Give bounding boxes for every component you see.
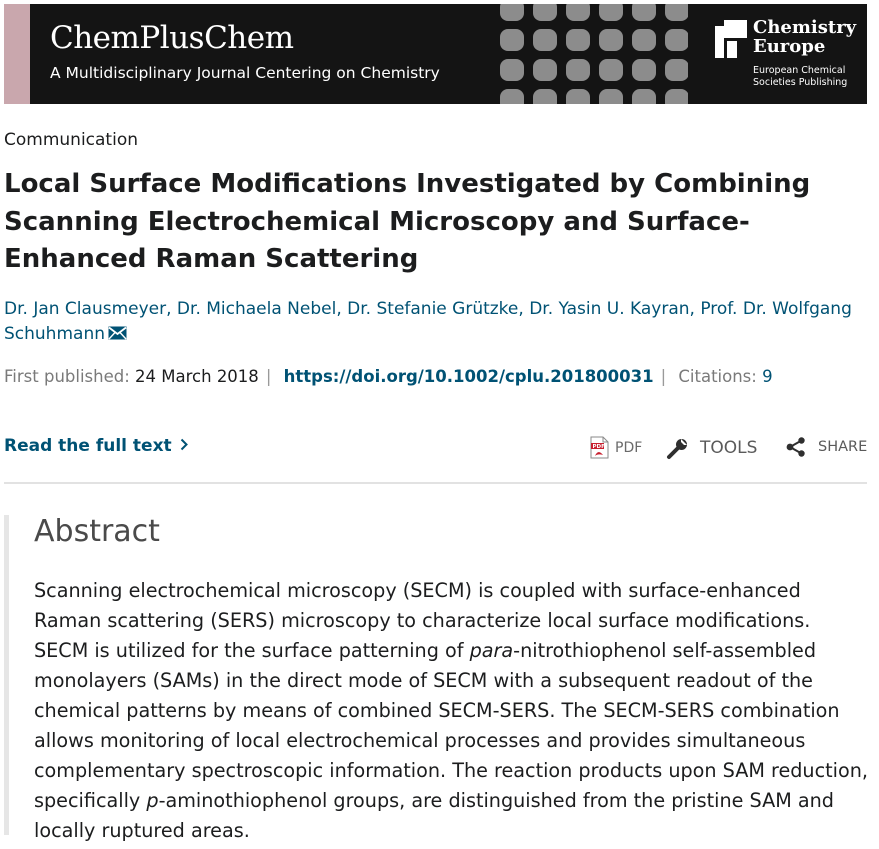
publisher-subtitle: European Chemical Societies Publishing [753, 65, 848, 88]
author-link[interactable]: Dr. Yasin U. Kayran [529, 299, 689, 319]
section-divider [4, 482, 867, 484]
banner-dot [665, 4, 688, 21]
author-list: Dr. Jan Clausmeyer, Dr. Michaela Nebel, … [4, 297, 874, 347]
chemistry-europe-logo-icon [715, 20, 747, 58]
wrench-icon [667, 439, 687, 459]
banner-dot-pattern [500, 4, 688, 104]
svg-text:PDF: PDF [593, 444, 606, 450]
banner-dot [665, 29, 688, 51]
doi-link[interactable]: https://doi.org/10.1002/cplu.201800031 [284, 367, 654, 386]
banner-dot [566, 89, 590, 104]
read-full-text-link[interactable]: Read the full text [4, 436, 188, 456]
publication-info: First published: 24 March 2018 | https://… [4, 364, 773, 389]
author-link[interactable]: Dr. Stefanie Grützke [347, 299, 518, 319]
banner-dot [665, 59, 688, 81]
banner-accent-strip [4, 4, 30, 104]
first-published-label: First published: [4, 367, 130, 386]
banner-dot [566, 29, 590, 51]
pdf-button[interactable]: PDF PDF [590, 436, 642, 462]
author-separator: , [166, 299, 172, 319]
banner-dot [533, 59, 557, 81]
abstract-italic-term: p [146, 789, 159, 812]
abstract-side-bar [4, 515, 9, 835]
author-separator: , [336, 299, 342, 319]
banner-dot [533, 29, 557, 51]
read-full-text-label: Read the full text [4, 436, 172, 456]
article-title: Local Surface Modifications Investigated… [4, 169, 811, 274]
first-published-date: 24 March 2018 [135, 367, 259, 386]
separator: | [660, 367, 667, 386]
share-icon [786, 436, 805, 457]
envelope-icon[interactable] [108, 326, 127, 340]
banner-dot [665, 89, 688, 104]
abstract-italic-term: para [469, 639, 514, 662]
citations-count[interactable]: 9 [762, 367, 773, 386]
share-button[interactable]: SHARE [786, 436, 867, 462]
banner-dot [632, 89, 656, 104]
banner-dot [599, 4, 623, 21]
banner-dot [533, 4, 557, 21]
author-link[interactable]: Dr. Michaela Nebel [177, 299, 336, 319]
share-label: SHARE [818, 438, 868, 455]
abstract-text: Scanning electrochemical microscopy (SEC… [34, 576, 869, 846]
journal-name: ChemPlusChem [50, 20, 294, 56]
abstract-heading: Abstract [34, 514, 160, 549]
banner-dot [566, 59, 590, 81]
pdf-icon: PDF [590, 436, 609, 459]
journal-tagline: A Multidisciplinary Journal Centering on… [50, 64, 440, 82]
banner-dot [632, 4, 656, 21]
abstract-text-part: -nitrothiophenol self-assembled monolaye… [34, 639, 868, 812]
pdf-label: PDF [615, 439, 643, 456]
banner-dot [500, 89, 524, 104]
banner-dot [566, 4, 590, 21]
article-type: Communication [4, 130, 138, 150]
banner-dot [632, 29, 656, 51]
journal-banner[interactable]: ChemPlusChem A Multidisciplinary Journal… [4, 4, 867, 104]
chevron-right-icon [180, 438, 188, 451]
banner-dot [599, 59, 623, 81]
banner-dot [500, 4, 524, 21]
author-link[interactable]: Dr. Jan Clausmeyer [4, 299, 166, 319]
author-separator: , [689, 299, 695, 319]
tools-button[interactable]: TOOLS [666, 436, 757, 462]
banner-dot [599, 89, 623, 104]
banner-dot [500, 29, 524, 51]
banner-dot [500, 59, 524, 81]
banner-dot [599, 29, 623, 51]
author-separator: , [518, 299, 524, 319]
separator: | [265, 367, 272, 386]
publisher-name: Chemistry Europe [753, 17, 857, 57]
tools-label: TOOLS [700, 438, 758, 458]
citations-label: Citations: [678, 367, 757, 386]
banner-dot [533, 89, 557, 104]
banner-dot [632, 59, 656, 81]
